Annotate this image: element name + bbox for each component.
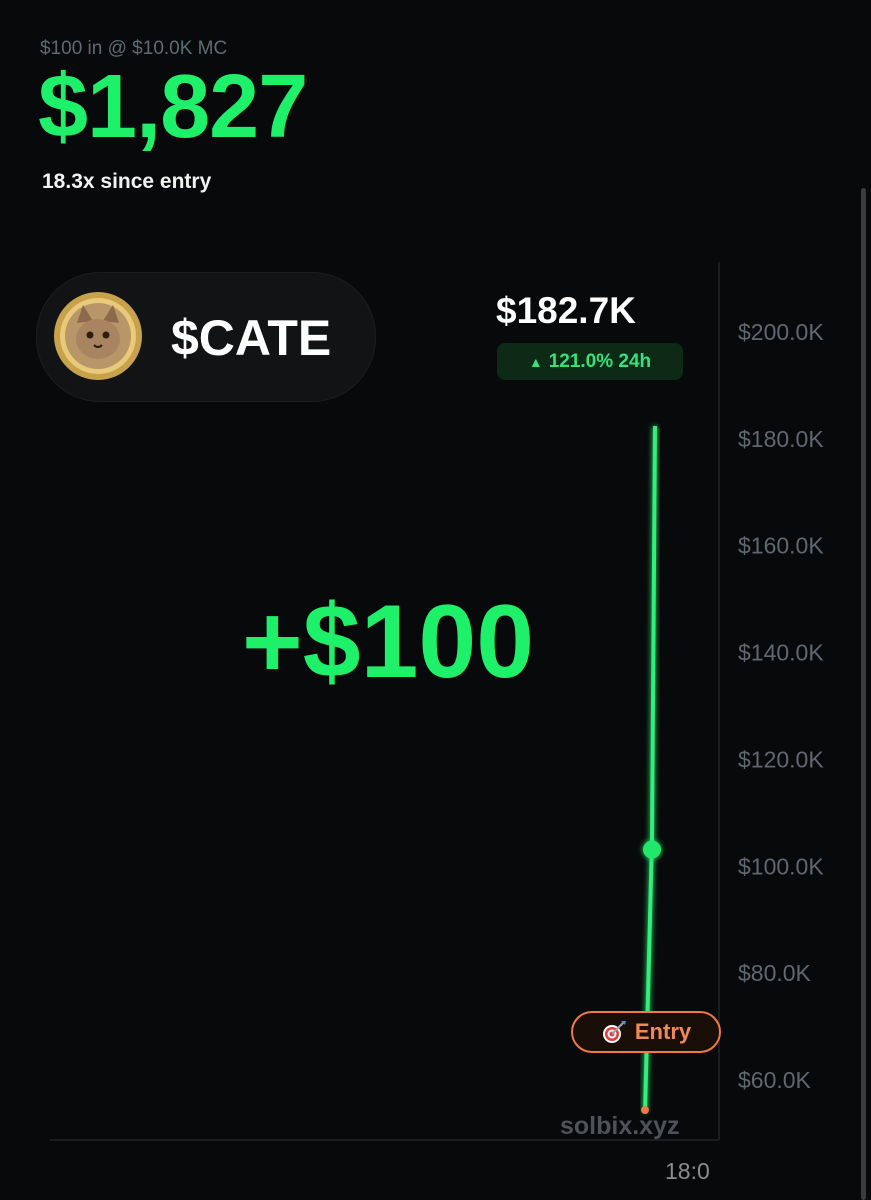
- x-tick-label: 18:0: [665, 1158, 710, 1184]
- y-tick-label: $140.0K: [738, 640, 824, 666]
- gain-overlay: +$100: [242, 584, 535, 700]
- y-tick-label: $160.0K: [738, 533, 824, 559]
- y-tick-label: $100.0K: [738, 853, 824, 879]
- entry-label: Entry: [634, 1019, 692, 1044]
- y-tick-label: $180.0K: [738, 426, 824, 452]
- target-icon: [602, 1021, 626, 1043]
- entry-marker-label: Entry: [571, 1011, 721, 1053]
- y-tick-label: $60.0K: [738, 1067, 812, 1093]
- y-tick-label: $80.0K: [738, 960, 812, 986]
- price-point-marker: [643, 840, 661, 859]
- y-tick-label: $200.0K: [738, 319, 824, 345]
- scrollbar[interactable]: [861, 188, 866, 1200]
- y-tick-label: $120.0K: [738, 746, 824, 772]
- price-series-line: [643, 425, 657, 1113]
- watermark: solbix.xyz: [560, 1112, 680, 1140]
